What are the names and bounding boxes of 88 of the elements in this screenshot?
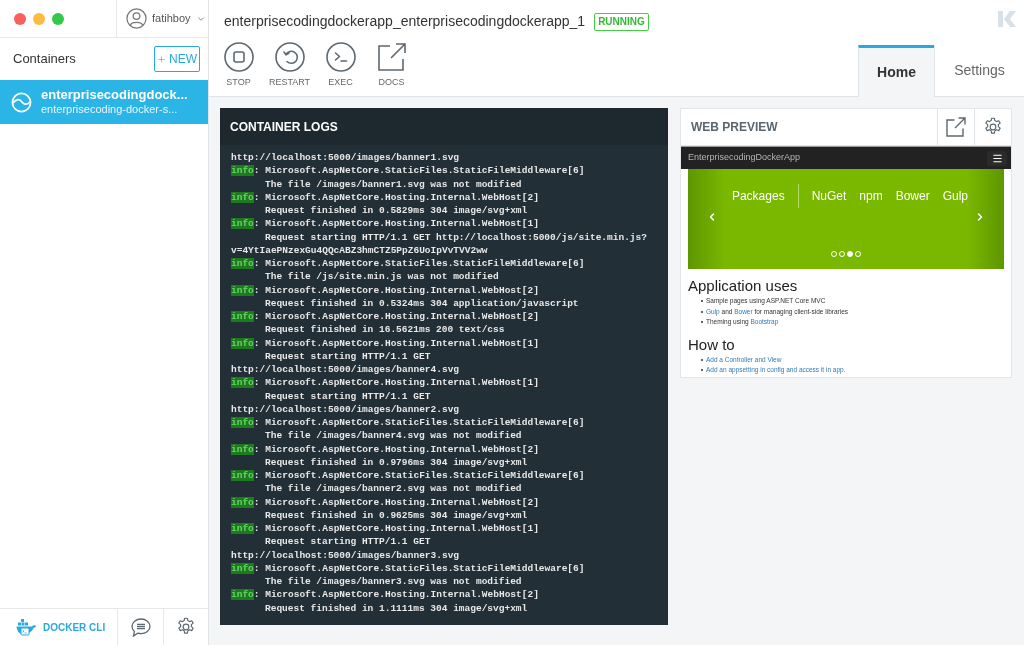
log-line: Request starting HTTP/1.1 GET: [264, 389, 431, 403]
plus-icon: [157, 54, 166, 64]
log-text: : Microsoft.AspNetCore.Hosting.Internal.WebHost[1]: [253, 337, 539, 349]
carousel-item: Gulp: [942, 188, 969, 205]
log-level-badge: info: [231, 337, 254, 349]
minimize-button[interactable]: [33, 12, 45, 25]
container-title: enterprisecodingdockerapp_enterprisecodingdockerapp_1: [224, 12, 586, 31]
log-line: Request finished in 0.5324ms 304 application/javascript: [264, 296, 579, 310]
log-text: : Microsoft.AspNetCore.Hosting.Internal.WebHost[2]: [253, 589, 539, 601]
stop-icon: [223, 42, 254, 72]
wave-circle-icon: [11, 91, 32, 113]
log-level-badge: info: [231, 417, 254, 428]
status-badge: RUNNING: [594, 12, 649, 31]
terminal-icon: [325, 42, 356, 72]
log-level-badge: info: [231, 523, 254, 534]
log-text: : Microsoft.AspNetCore.Hosting.Internal.WebHost[2]: [253, 443, 539, 455]
zoom-button[interactable]: [52, 12, 64, 25]
log-line: Request starting HTTP/1.1 GET: [264, 349, 431, 363]
section-heading: How to: [688, 335, 736, 354]
chat-icon: [130, 617, 151, 637]
close-button[interactable]: [14, 12, 26, 25]
carousel-heading: Packages: [731, 188, 785, 205]
log-line: The file /images/banner4.svg was not modified: [264, 429, 522, 443]
settings-icon: [176, 617, 196, 637]
toolbar-button[interactable]: RESTART: [264, 42, 315, 90]
log-line: Request finished in 0.5829ms 304 image/svg+xml: [264, 204, 528, 218]
log-text: : Microsoft.AspNetCore.StaticFiles.StaticFileMiddleware[6]: [253, 258, 585, 269]
log-text: : Microsoft.AspNetCore.Hosting.Internal.WebHost[2]: [253, 311, 539, 322]
log-text: : Microsoft.AspNetCore.Hosting.Internal.WebHost[1]: [253, 377, 539, 389]
log-text: : Microsoft.AspNetCore.StaticFiles.StaticFileMiddleware[6]: [253, 165, 585, 177]
log-line: Request finished in 1.1111ms 304 image/svg+xml: [264, 601, 528, 615]
log-text: : Microsoft.AspNetCore.Hosting.Internal.WebHost[1]: [253, 218, 539, 230]
log-level-badge: info: [231, 377, 254, 389]
panel-title: CONTAINER LOGS: [230, 118, 338, 136]
log-line: Request finished in 0.9796ms 304 image/svg+xml: [264, 455, 528, 469]
log-line: Request finished in 0.9625ms 304 image/svg+xml: [264, 508, 528, 522]
section-heading: Application uses: [688, 277, 799, 295]
log-line: v=4YtIaePNzexGu4QQcABZ3hmCTZ5PpZ6UoIpVvTVV2ww: [231, 243, 488, 257]
log-text: : Microsoft.AspNetCore.Hosting.Internal.WebHost[1]: [253, 523, 539, 534]
panel-title: WEB PREVIEW: [691, 119, 778, 136]
log-line: http://localhost:5000/images/banner4.svg: [231, 363, 460, 377]
container-image: enterprisecoding-docker-s...: [41, 103, 179, 117]
log-level-badge: info: [231, 443, 254, 455]
tab[interactable]: Home: [858, 45, 934, 97]
log-text: : Microsoft.AspNetCore.Hosting.Internal.WebHost[2]: [253, 284, 539, 296]
log-text: : Microsoft.AspNetCore.StaticFiles.StaticFileMiddleware[6]: [253, 562, 585, 574]
container-name: enterprisecodingdock...: [41, 87, 188, 104]
log-level-badge: info: [231, 589, 254, 601]
log-level-badge: info: [231, 496, 254, 508]
settings-icon: [983, 117, 1003, 137]
whale-icon: [16, 618, 37, 636]
log-line: http://localhost:5000/images/banner2.svg: [231, 402, 460, 416]
log-line: The file /images/banner3.svg was not modified: [264, 575, 522, 589]
log-level-badge: info: [231, 218, 254, 230]
menu-button[interactable]: [987, 150, 1007, 166]
log-line: Request finished in 16.5621ms 200 text/css: [264, 323, 505, 337]
log-level-badge: info: [231, 311, 254, 322]
toolbar-button[interactable]: STOP: [213, 42, 264, 90]
log-text: : Microsoft.AspNetCore.Hosting.Internal.WebHost[2]: [253, 191, 539, 203]
log-level-badge: info: [231, 562, 254, 574]
log-level-badge: info: [231, 165, 254, 177]
log-line: Request starting HTTP/1.1 GET http://localhost:5000/js/site.min.js?: [264, 230, 647, 244]
log-level-badge: info: [231, 191, 254, 203]
log-level-badge: info: [231, 284, 254, 296]
external-link-icon: [376, 42, 407, 72]
user-avatar-icon: [126, 8, 147, 29]
log-level-badge: info: [231, 470, 254, 481]
log-text: : Microsoft.AspNetCore.StaticFiles.StaticFileMiddleware[6]: [253, 470, 585, 481]
toolbar-button[interactable]: EXEC: [315, 42, 366, 90]
toolbar-button[interactable]: DOCS: [366, 42, 417, 90]
carousel-item: NuGet: [811, 188, 847, 205]
user-menu[interactable]: fatihboy: [117, 0, 208, 37]
log-line: The file /js/site.min.js was not modified: [264, 270, 499, 284]
log-line: The file /images/banner1.svg was not modified: [264, 177, 522, 191]
log-text: : Microsoft.AspNetCore.Hosting.Internal.WebHost[2]: [253, 496, 539, 508]
log-line: Request starting HTTP/1.1 GET: [264, 535, 431, 549]
log-line: The file /images/banner2.svg was not modified: [264, 482, 522, 496]
carousel-item: Bower: [895, 188, 930, 205]
log-text: : Microsoft.AspNetCore.StaticFiles.StaticFileMiddleware[6]: [253, 417, 585, 428]
sidebar-title: Containers: [13, 50, 76, 69]
carousel-item: npm: [859, 188, 883, 205]
restart-icon: [274, 42, 305, 72]
menu-icon: [991, 152, 1003, 164]
external-link-icon: [946, 117, 966, 137]
log-level-badge: info: [231, 258, 254, 269]
log-line: http://localhost:5000/images/banner3.svg: [231, 548, 460, 562]
log-line: http://localhost:5000/images/banner1.svg: [231, 151, 460, 165]
logo-icon: [998, 11, 1016, 27]
